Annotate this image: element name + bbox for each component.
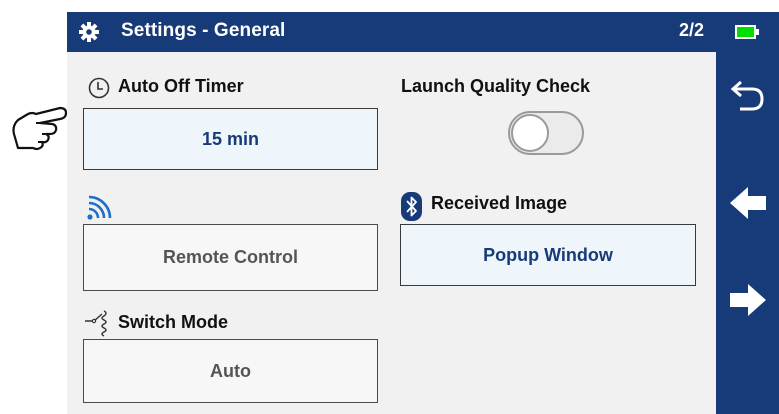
previous-button[interactable] [716,173,779,233]
wifi-signal-icon [87,195,112,220]
battery-icon [735,25,756,39]
switch-mode-field[interactable]: Auto [83,339,378,403]
navigation-sidebar [716,52,779,414]
auto-off-timer-label: Auto Off Timer [118,76,244,96]
toggle-knob [511,114,549,152]
received-image-field[interactable]: Popup Window [400,224,696,286]
received-image-label: Received Image [431,193,568,213]
switch-icon [85,310,107,337]
remote-control-field[interactable]: Remote Control [83,224,378,291]
launch-quality-check-label: Launch Quality Check [401,76,591,96]
gear-icon [79,22,99,42]
switch-mode-label: Switch Mode [118,312,229,332]
title-bar: Settings - General 2/2 [67,12,779,52]
page-indicator: 2/2 [679,20,705,40]
arrow-right-icon [729,284,766,316]
page-title: Settings - General [121,20,286,41]
clock-icon [88,77,110,99]
next-button[interactable] [716,270,779,330]
auto-off-timer-field[interactable]: 15 min [83,108,378,170]
device-screen: Settings - General 2/2 Auto Off Timer 15… [67,12,779,414]
battery-tip [756,29,759,35]
bluetooth-icon [401,192,422,221]
arrow-left-icon [729,187,766,219]
launch-quality-check-toggle[interactable] [508,111,584,155]
back-button[interactable] [716,67,779,127]
back-icon [730,80,764,111]
pointing-hand-icon [12,106,68,151]
